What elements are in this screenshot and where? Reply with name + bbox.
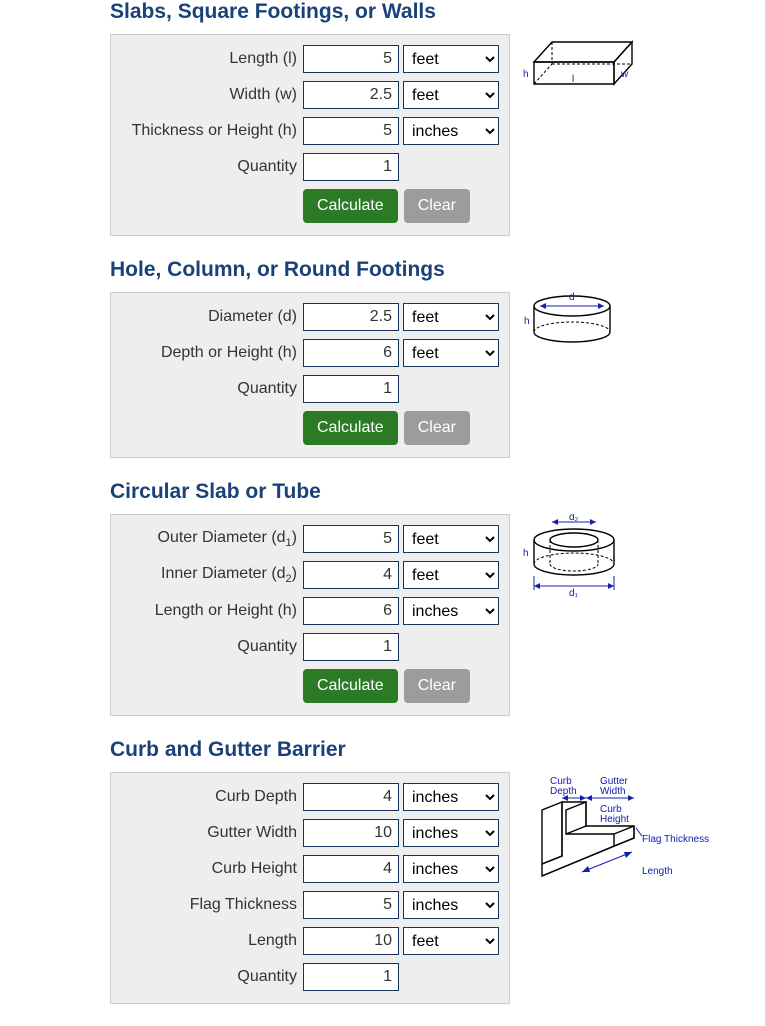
section-tube: Circular Slab or Tube Outer Diameter (d1… xyxy=(110,480,765,716)
select-width-unit[interactable]: feetinches xyxy=(403,81,499,109)
input-inner-diameter[interactable] xyxy=(303,561,399,589)
section-hole: Hole, Column, or Round Footings Diameter… xyxy=(110,258,765,458)
label-width: Width (w) xyxy=(121,86,303,104)
panel-hole: Diameter (d) feetinches Depth or Height … xyxy=(110,292,510,458)
svg-text:Flag Thickness: Flag Thickness xyxy=(642,834,709,845)
svg-text:w: w xyxy=(620,69,629,80)
label-length: Length xyxy=(121,932,303,950)
label-length: Length (l) xyxy=(121,50,303,68)
label-curb-height: Curb Height xyxy=(121,860,303,878)
diagram-slab: h l w xyxy=(522,34,640,90)
select-curb-depth-unit[interactable]: feetinches xyxy=(403,783,499,811)
input-quantity[interactable] xyxy=(303,153,399,181)
svg-text:h: h xyxy=(524,316,530,327)
input-quantity[interactable] xyxy=(303,963,399,991)
label-length: Length or Height (h) xyxy=(121,602,303,620)
panel-tube: Outer Diameter (d1) feetinches Inner Dia… xyxy=(110,514,510,716)
label-quantity: Quantity xyxy=(121,968,303,986)
label-quantity: Quantity xyxy=(121,638,303,656)
select-length-unit[interactable]: feetinches xyxy=(403,927,499,955)
select-thickness-unit[interactable]: feetinches xyxy=(403,117,499,145)
input-quantity[interactable] xyxy=(303,375,399,403)
label-quantity: Quantity xyxy=(121,380,303,398)
diagram-hole: d h xyxy=(522,292,618,350)
input-length[interactable] xyxy=(303,927,399,955)
label-gutter-width: Gutter Width xyxy=(121,824,303,842)
label-thickness: Thickness or Height (h) xyxy=(121,122,303,140)
calculate-button[interactable]: Calculate xyxy=(303,189,398,223)
input-length[interactable] xyxy=(303,597,399,625)
select-inner-unit[interactable]: feetinches xyxy=(403,561,499,589)
heading-curb: Curb and Gutter Barrier xyxy=(110,738,765,762)
select-curb-height-unit[interactable]: feetinches xyxy=(403,855,499,883)
svg-text:d: d xyxy=(569,292,575,303)
section-curb: Curb and Gutter Barrier Curb Depth feeti… xyxy=(110,738,765,1004)
label-curb-depth: Curb Depth xyxy=(121,788,303,806)
input-flag-thickness[interactable] xyxy=(303,891,399,919)
clear-button[interactable]: Clear xyxy=(404,411,470,445)
panel-curb: Curb Depth feetinches Gutter Width feeti… xyxy=(110,772,510,1004)
select-outer-unit[interactable]: feetinches xyxy=(403,525,499,553)
input-curb-depth[interactable] xyxy=(303,783,399,811)
select-depth-unit[interactable]: feetinches xyxy=(403,339,499,367)
input-length[interactable] xyxy=(303,45,399,73)
calculate-button[interactable]: Calculate xyxy=(303,411,398,445)
label-quantity: Quantity xyxy=(121,158,303,176)
diagram-curb: Curb Depth Gutter Width Curb Height Flag… xyxy=(522,772,734,892)
select-length-unit[interactable]: feetinches xyxy=(403,597,499,625)
select-length-unit[interactable]: feetinches xyxy=(403,45,499,73)
panel-slab: Length (l) feetinches Width (w) feetinch… xyxy=(110,34,510,236)
clear-button[interactable]: Clear xyxy=(404,189,470,223)
section-slab: Slabs, Square Footings, or Walls Length … xyxy=(110,0,765,236)
input-quantity[interactable] xyxy=(303,633,399,661)
input-width[interactable] xyxy=(303,81,399,109)
svg-text:Depth: Depth xyxy=(550,786,577,797)
label-diameter: Diameter (d) xyxy=(121,308,303,326)
input-outer-diameter[interactable] xyxy=(303,525,399,553)
label-inner-diameter: Inner Diameter (d2) xyxy=(121,565,303,585)
input-gutter-width[interactable] xyxy=(303,819,399,847)
input-diameter[interactable] xyxy=(303,303,399,331)
svg-text:Width: Width xyxy=(600,786,626,797)
input-depth[interactable] xyxy=(303,339,399,367)
label-depth: Depth or Height (h) xyxy=(121,344,303,362)
calculate-button[interactable]: Calculate xyxy=(303,669,398,703)
heading-slab: Slabs, Square Footings, or Walls xyxy=(110,0,765,24)
select-flag-thickness-unit[interactable]: feetinches xyxy=(403,891,499,919)
input-thickness[interactable] xyxy=(303,117,399,145)
svg-text:Height: Height xyxy=(600,814,629,825)
select-diameter-unit[interactable]: feetinches xyxy=(403,303,499,331)
svg-text:d₂: d₂ xyxy=(569,514,579,523)
svg-text:l: l xyxy=(572,74,574,85)
label-outer-diameter: Outer Diameter (d1) xyxy=(121,529,303,549)
clear-button[interactable]: Clear xyxy=(404,669,470,703)
heading-hole: Hole, Column, or Round Footings xyxy=(110,258,765,282)
label-flag-thickness: Flag Thickness xyxy=(121,896,303,914)
heading-tube: Circular Slab or Tube xyxy=(110,480,765,504)
svg-text:Length: Length xyxy=(642,866,673,877)
svg-text:h: h xyxy=(523,69,529,80)
select-gutter-width-unit[interactable]: feetinches xyxy=(403,819,499,847)
input-curb-height[interactable] xyxy=(303,855,399,883)
svg-text:h: h xyxy=(523,548,529,559)
diagram-tube: d₂ h d₁ xyxy=(522,514,626,600)
svg-text:d₁: d₁ xyxy=(569,588,579,599)
